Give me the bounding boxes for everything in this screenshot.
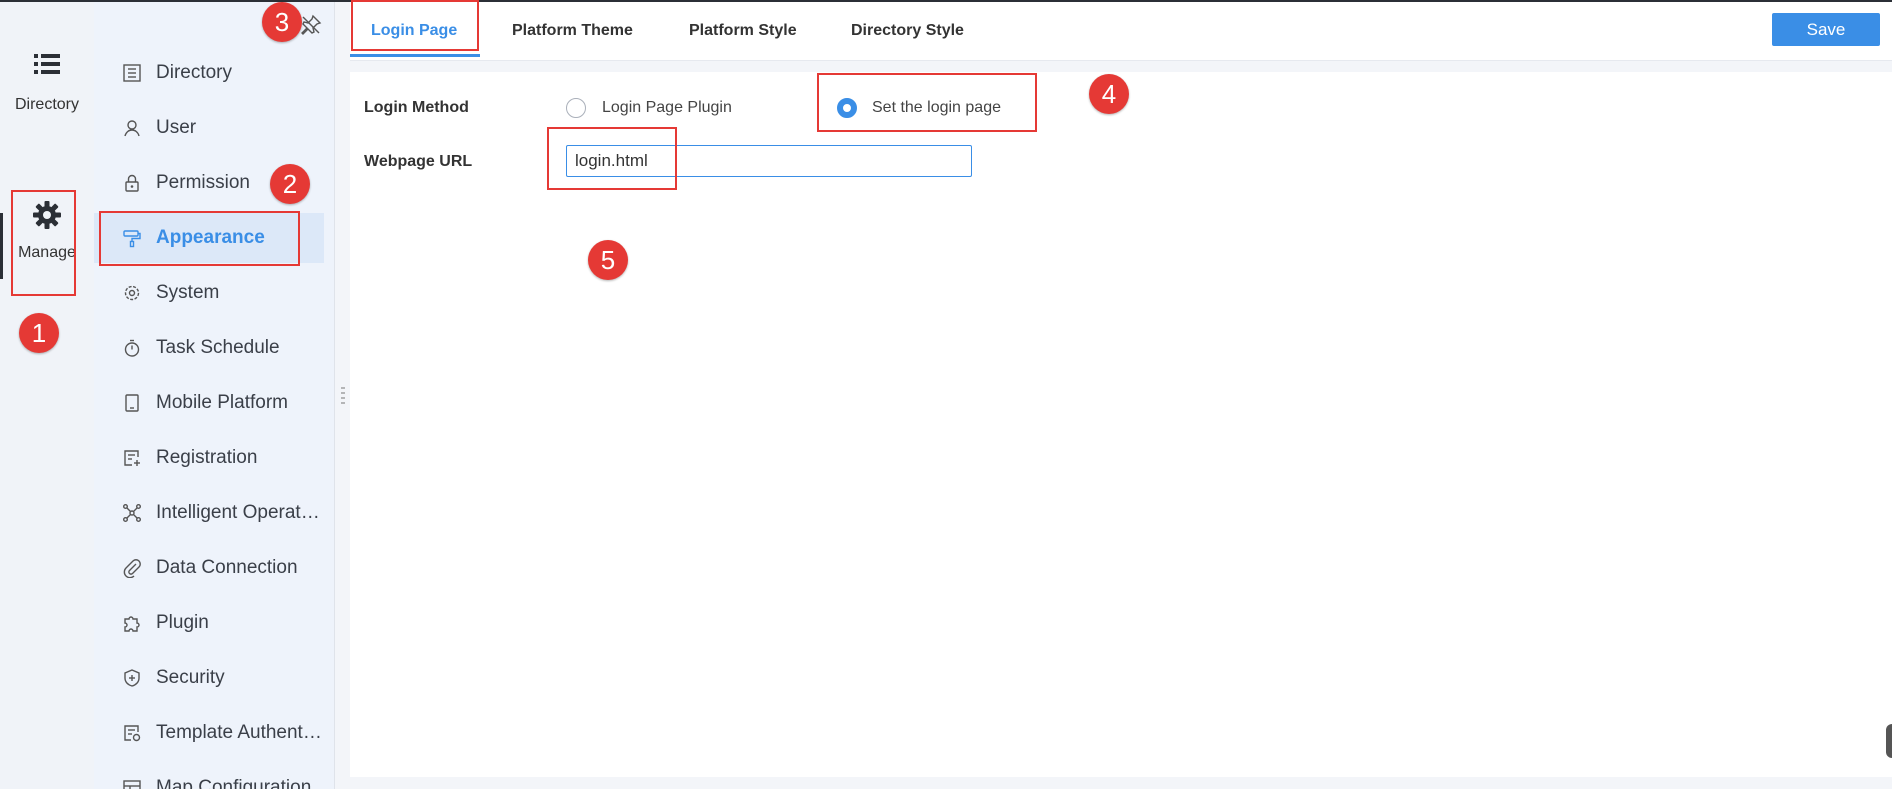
sidebar-item-map-configuration[interactable]: Map Configuration — [94, 763, 324, 789]
map-icon — [123, 780, 141, 789]
unpin-icon[interactable] — [300, 14, 322, 36]
tab-label: Directory Style — [851, 22, 964, 39]
stopwatch-icon — [124, 339, 140, 357]
tab-platform-style[interactable]: Platform Style — [689, 22, 797, 40]
annotation-badge: 1 — [19, 313, 59, 353]
sidebar-item-mobile-platform[interactable]: Mobile Platform — [94, 378, 324, 428]
annotation-badge: 2 — [270, 164, 310, 204]
annotation-box-manage — [11, 190, 76, 296]
sidebar-item-security[interactable]: Security — [94, 653, 324, 703]
sidebar-item-label: Registration — [156, 447, 258, 468]
tab-platform-theme[interactable]: Platform Theme — [512, 22, 633, 40]
sidebar-item-registration[interactable]: Registration — [94, 433, 324, 483]
rail-item-directory[interactable]: Directory — [0, 52, 94, 114]
annotation-badge: 4 — [1089, 74, 1129, 114]
list-icon — [34, 54, 60, 74]
sidebar-item-intelligent-operations[interactable]: Intelligent Operat… — [94, 488, 324, 538]
edge-handle[interactable] — [1886, 724, 1892, 758]
login-method-label: Login Method — [364, 99, 469, 116]
rail-item-label: Directory — [14, 96, 79, 113]
annotation-box-set-login-page — [817, 73, 1037, 132]
template-icon — [124, 725, 141, 742]
sidebar-item-label: Plugin — [156, 612, 209, 633]
annotation-badge: 3 — [262, 2, 302, 42]
network-icon — [123, 504, 141, 522]
active-tab-indicator — [350, 54, 480, 57]
tab-directory-style[interactable]: Directory Style — [851, 22, 964, 40]
annotation-box-webpage-url — [547, 127, 677, 190]
annotation-box-login-page-tab — [351, 0, 479, 51]
gear-icon — [124, 285, 140, 301]
sidebar-item-system[interactable]: System — [94, 268, 324, 318]
shield-icon — [124, 669, 140, 687]
sidebar-item-label: Security — [156, 667, 225, 688]
sidebar-item-plugin[interactable]: Plugin — [94, 598, 324, 648]
sidebar-item-label: System — [156, 282, 220, 303]
puzzle-icon — [124, 616, 140, 632]
sidebar-item-label: Task Schedule — [156, 337, 280, 358]
annotation-box-appearance — [99, 211, 300, 266]
appearance-tabs-header: Login Page Platform Theme Platform Style… — [350, 2, 1892, 61]
sidebar-item-label: Template Authent… — [156, 722, 322, 743]
sidebar-item-template-authentication[interactable]: Template Authent… — [94, 708, 324, 758]
annotation-badge: 5 — [588, 240, 628, 280]
lock-icon — [125, 174, 139, 192]
webpage-url-label: Webpage URL — [364, 153, 473, 170]
sidebar-item-label: User — [156, 117, 197, 138]
user-icon — [124, 120, 140, 137]
radio-login-page-plugin-label[interactable]: Login Page Plugin — [602, 99, 732, 117]
save-button[interactable]: Save — [1772, 13, 1880, 46]
registration-icon — [124, 450, 140, 466]
sidebar-item-label: Directory — [156, 62, 233, 83]
sidebar-item-task-schedule[interactable]: Task Schedule — [94, 323, 324, 373]
sidebar-item-label: Mobile Platform — [156, 392, 288, 413]
sidebar-item-user[interactable]: User — [94, 103, 324, 153]
directory-icon — [123, 64, 141, 82]
radio-login-page-plugin[interactable] — [566, 98, 586, 118]
sidebar-item-data-connection[interactable]: Data Connection — [94, 543, 324, 593]
sidebar-divider — [334, 2, 335, 789]
settings-sidebar: Directory User Permission Appearance Sys… — [94, 2, 334, 789]
tab-label: Platform Theme — [512, 22, 633, 39]
sidebar-item-directory[interactable]: Directory — [94, 48, 324, 98]
resize-handle-icon[interactable] — [341, 386, 345, 406]
tab-label: Platform Style — [689, 22, 797, 39]
sidebar-item-label: Map Configuration — [156, 777, 312, 789]
icon-rail: Directory Manage — [0, 2, 94, 789]
tablet-icon — [125, 394, 139, 412]
sidebar-item-label: Data Connection — [156, 557, 298, 578]
paperclip-icon — [123, 559, 141, 578]
sidebar-item-label: Intelligent Operat… — [156, 502, 320, 523]
